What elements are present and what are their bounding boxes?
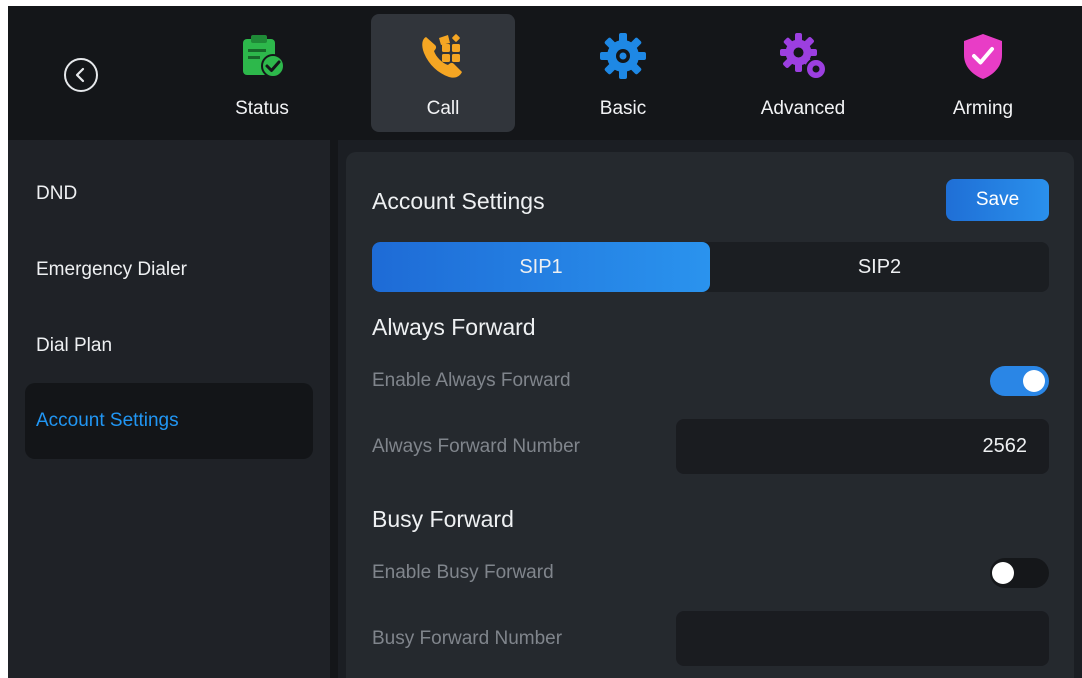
sidebar: DND Emergency Dialer Dial Plan Account S… xyxy=(8,140,330,678)
tab-advanced[interactable]: Advanced xyxy=(731,14,875,132)
phone-grid-icon xyxy=(417,30,469,82)
tab-arming[interactable]: Arming xyxy=(911,14,1055,132)
shield-check-icon xyxy=(957,30,1009,82)
gear-icon xyxy=(597,30,649,82)
enable-busy-forward-label: Enable Busy Forward xyxy=(372,562,554,583)
save-button[interactable]: Save xyxy=(946,179,1049,221)
enable-always-forward-toggle[interactable] xyxy=(990,366,1049,396)
always-forward-number-label: Always Forward Number xyxy=(372,436,580,457)
busy-forward-number-label: Busy Forward Number xyxy=(372,628,563,649)
sidebar-item-emergency-dialer[interactable]: Emergency Dialer xyxy=(25,232,313,308)
toggle-knob xyxy=(1023,370,1045,392)
enable-busy-forward-toggle[interactable] xyxy=(990,558,1049,588)
sidebar-item-dnd[interactable]: DND xyxy=(25,156,313,232)
account-segmented-control: SIP1 SIP2 xyxy=(372,242,1049,292)
busy-forward-number-field[interactable] xyxy=(676,611,1049,666)
sidebar-item-dial-plan[interactable]: Dial Plan xyxy=(25,308,313,384)
tab-status[interactable]: Status xyxy=(190,14,334,132)
clipboard-check-icon xyxy=(236,30,288,82)
tab-call-label: Call xyxy=(426,98,460,119)
enable-always-forward-label: Enable Always Forward xyxy=(372,370,571,391)
busy-forward-heading: Busy Forward xyxy=(372,506,514,532)
sidebar-item-account-settings[interactable]: Account Settings xyxy=(25,383,313,459)
toggle-knob xyxy=(992,562,1014,584)
gears-icon xyxy=(777,30,829,82)
segment-sip1[interactable]: SIP1 xyxy=(372,242,710,292)
back-button[interactable] xyxy=(64,58,98,92)
tab-arming-label: Arming xyxy=(952,98,1014,119)
account-settings-panel: Account Settings Save SIP1 SIP2 Always F… xyxy=(346,152,1074,678)
always-forward-heading: Always Forward xyxy=(372,314,536,340)
always-forward-number-field[interactable]: 2562 xyxy=(676,419,1049,474)
top-nav-bar: Status Call Basic Advanced Arming xyxy=(8,6,1082,140)
segment-sip2[interactable]: SIP2 xyxy=(710,242,1049,292)
tab-call[interactable]: Call xyxy=(371,14,515,132)
tab-advanced-label: Advanced xyxy=(760,98,846,119)
sidebar-divider xyxy=(330,140,338,678)
tab-status-label: Status xyxy=(235,98,289,119)
device-screen: Status Call Basic Advanced Arming DND Em… xyxy=(8,6,1082,678)
page-title: Account Settings xyxy=(372,188,545,214)
tab-basic[interactable]: Basic xyxy=(551,14,695,132)
tab-basic-label: Basic xyxy=(599,98,647,119)
chevron-left-icon xyxy=(75,67,85,83)
